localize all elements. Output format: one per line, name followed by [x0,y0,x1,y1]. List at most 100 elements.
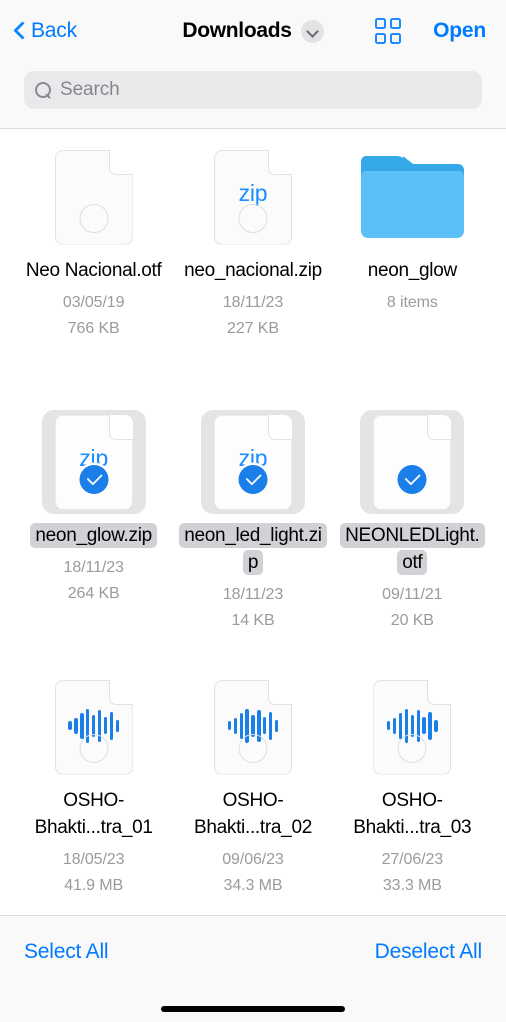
file-name: OSHO-Bhakti...tra_01 [35,790,153,838]
file-size: 227 KB [227,320,279,337]
grid-cell-1 [375,18,386,29]
empty-circle-icon[interactable] [238,733,268,763]
file-meta: 8 items [387,290,438,316]
navigation-header: Back Downloads Open Search [0,0,506,129]
back-button[interactable]: Back [14,19,77,43]
file-meta: 18/11/23 264 KB [64,555,124,607]
file-icon-container[interactable] [42,145,146,249]
deselect-all-button[interactable]: Deselect All [375,940,483,964]
select-all-button[interactable]: Select All [24,940,109,964]
document-fold-corner [427,679,452,705]
chevron-left-icon [14,20,27,42]
file-item[interactable]: Neo Nacional.otf 03/05/19 766 KB [14,137,173,402]
file-item[interactable]: NEONLEDLight.otf 09/11/21 20 KB [333,402,492,667]
file-date: 8 items [386,294,438,311]
file-name: neo_nacional.zip [184,260,322,281]
search-placeholder: Search [60,79,120,100]
file-name-container: OSHO-Bhakti...tra_02 [179,788,327,842]
file-item[interactable]: OSHO-Bhakti...tra_02 09/06/23 34.3 MB [173,667,332,915]
file-name: neon_glow.zip [30,523,157,548]
file-name-text: Neo Nacional.otf [25,260,162,281]
file-name: Neo Nacional.otf [26,260,162,281]
document-fold-corner [108,149,133,175]
file-size: 41.9 MB [64,877,124,894]
waveform-bar-9 [274,719,279,732]
file-date: 18/05/23 [62,851,125,868]
open-button[interactable]: Open [433,19,486,43]
bottom-toolbar: Select All Deselect All [0,915,506,1022]
file-date: 18/11/23 [222,586,284,603]
document-file-icon [373,414,452,510]
check-circle-icon[interactable] [397,464,427,494]
file-name-text: neon_glow [367,260,458,281]
file-icon-container[interactable] [360,675,464,779]
file-name-container: neo_nacional.zip [179,258,327,285]
navbar: Back Downloads Open [0,0,506,62]
file-meta: 09/11/21 20 KB [382,582,442,634]
file-name-container: NEONLEDLight.otf [338,523,486,577]
document-file-icon: zip [213,414,292,510]
waveform-bar-9 [434,719,438,732]
file-name-container: Neo Nacional.otf [20,258,168,285]
page-title: Downloads [182,19,292,42]
file-size: 34.3 MB [223,877,283,894]
waveform-bar-7 [422,717,426,734]
file-date: 18/11/23 [63,559,124,576]
file-name: neon_glow [367,260,458,281]
empty-circle-icon[interactable] [397,733,427,763]
grid-view-icon[interactable] [375,18,401,44]
grid-cell-3 [375,33,386,44]
file-name-container: neon_led_light.zip [179,523,327,577]
file-date: 09/11/21 [382,586,443,603]
grid-cell-2 [390,18,401,29]
waveform-bar-8 [268,711,273,740]
waveform-bar-3 [398,712,403,739]
folder-front [360,171,464,238]
file-icon-container[interactable] [201,675,305,779]
check-circle-icon[interactable] [79,464,109,494]
empty-circle-icon[interactable] [238,203,268,233]
file-icon-container[interactable] [360,145,464,249]
waveform-bar-8 [109,711,114,740]
check-circle-icon[interactable] [238,464,268,494]
document-fold-corner [427,414,452,440]
file-meta: 27/06/23 33.3 MB [382,847,444,899]
file-name: NEONLEDLight.otf [340,523,485,575]
document-fold-corner [108,414,133,440]
file-meta: 03/05/19 766 KB [63,290,125,342]
empty-circle-icon[interactable] [79,733,109,763]
file-meta: 18/05/23 41.9 MB [62,847,125,899]
file-icon-container[interactable] [42,675,146,779]
file-grid-container[interactable]: Neo Nacional.otf 03/05/19 766 KB zip neo_nac… [0,129,506,915]
file-name-text: neon_glow.zip [30,523,157,548]
empty-circle-icon[interactable] [79,203,109,233]
chevron-down-icon[interactable] [300,19,324,43]
file-name: OSHO-Bhakti...tra_03 [353,790,471,838]
waveform-bar-3 [239,712,243,739]
file-item[interactable]: OSHO-Bhakti...tra_01 18/05/23 41.9 MB [14,667,173,915]
waveform-bar-2 [74,717,78,734]
file-size: 14 KB [231,612,275,629]
file-icon-container[interactable]: zip [200,410,305,514]
audio-file-icon [54,679,133,775]
file-size: 33.3 MB [382,877,442,894]
file-icon-container[interactable]: zip [41,410,146,514]
search-icon [35,81,52,99]
document-file-icon [54,149,133,245]
file-name-container: neon_glow.zip [20,523,168,550]
file-item[interactable]: zip neon_led_light.zip 18/11/23 14 KB [173,402,332,667]
file-meta: 18/11/23 227 KB [223,290,283,342]
audio-file-icon [373,679,452,775]
file-icon-container[interactable] [360,410,465,514]
file-item[interactable]: zip neon_glow.zip 18/11/23 264 KB [14,402,173,667]
document-fold-corner [267,414,292,440]
file-item[interactable]: neon_glow 8 items [333,137,492,402]
file-item[interactable]: OSHO-Bhakti...tra_03 27/06/23 33.3 MB [333,667,492,915]
file-icon-container[interactable]: zip [201,145,305,249]
waveform-bar-1 [387,721,391,730]
file-item[interactable]: zip neo_nacional.zip 18/11/23 227 KB [173,137,332,402]
audio-file-icon [213,679,292,775]
file-name-text: OSHO-Bhakti...tra_01 [34,790,153,838]
file-name-text: NEONLEDLight.otf [340,523,485,575]
search-field[interactable]: Search [24,71,482,109]
